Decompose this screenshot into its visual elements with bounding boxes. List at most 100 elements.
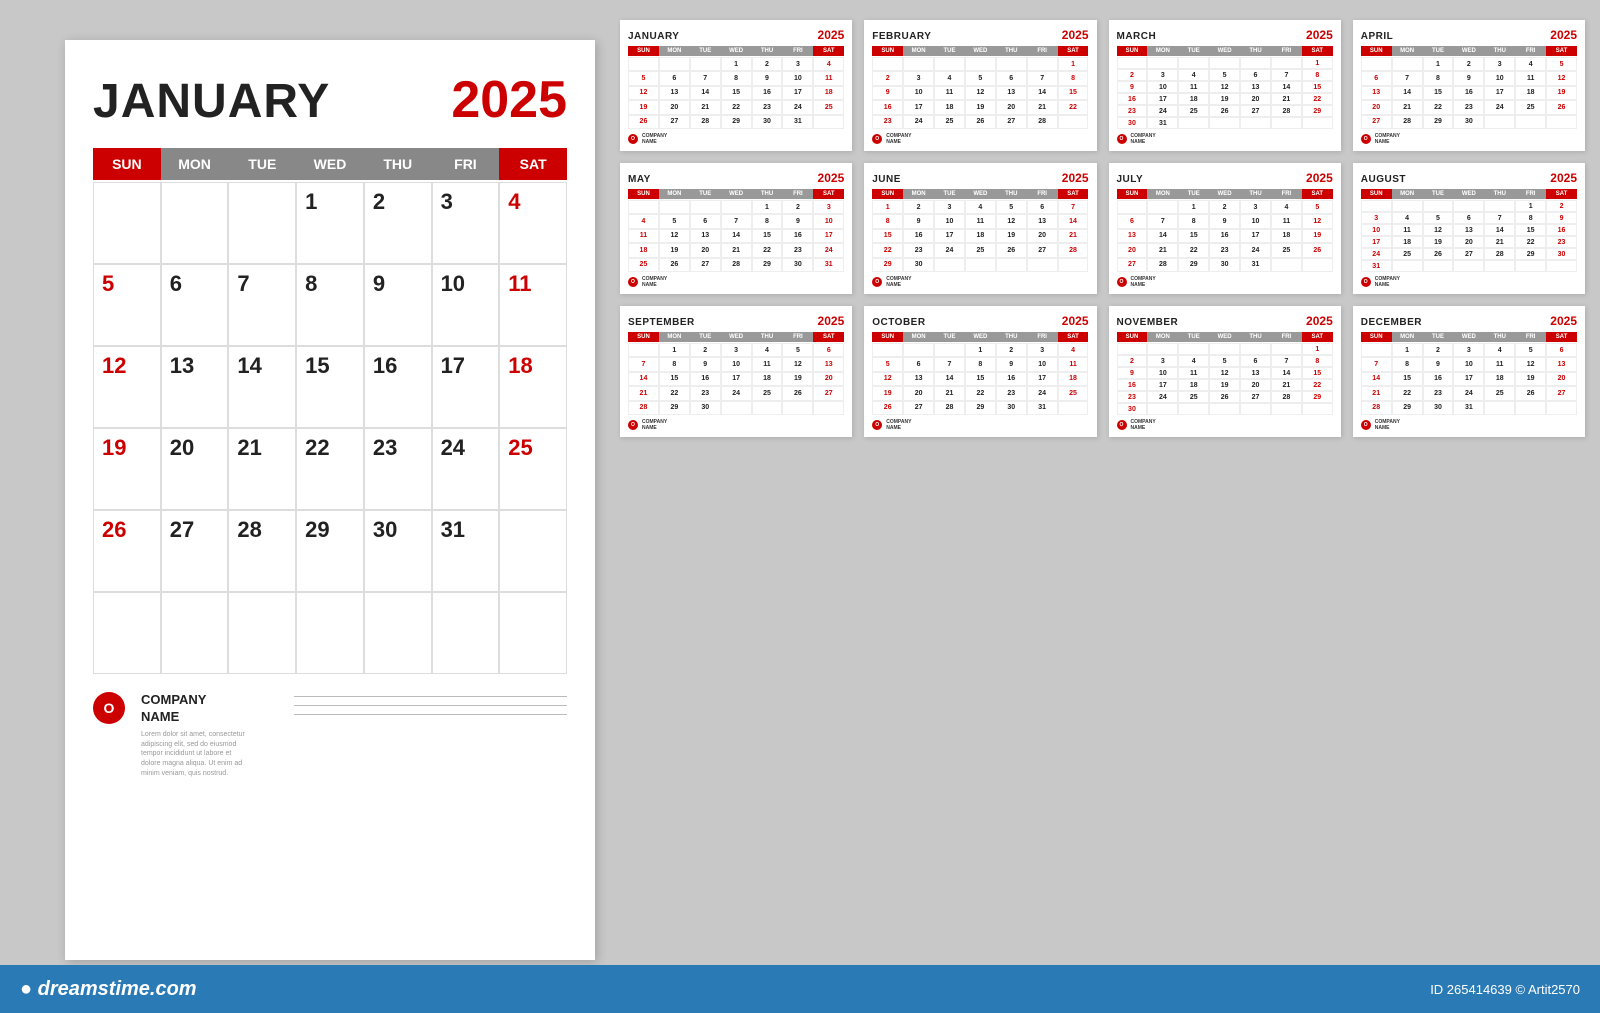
main-cal-grid: 1234567891011121314151617181920212223242… <box>93 182 567 674</box>
small-cal-cell: 6 <box>1240 355 1271 367</box>
small-cal-cell: 19 <box>1546 86 1577 100</box>
small-cal-cell: 25 <box>965 243 996 257</box>
small-cal-cell <box>1240 343 1271 355</box>
small-cal-cell: 23 <box>1423 386 1454 400</box>
small-cal-cell: 24 <box>1361 248 1392 260</box>
small-calendars-grid: JANUARY2025SUNMONTUEWEDTHUFRISAT12345678… <box>620 20 1585 437</box>
small-cal-cell <box>1058 115 1089 129</box>
small-cal-cell: 30 <box>1423 401 1454 415</box>
small-cal-cell: 5 <box>1302 200 1333 214</box>
small-cal-cell: 25 <box>934 115 965 129</box>
main-cal-cell: 30 <box>364 510 432 592</box>
small-cal-month-label: SEPTEMBER <box>628 317 695 328</box>
small-cal-year-label: 2025 <box>1550 28 1577 42</box>
small-cal-cell: 19 <box>1209 93 1240 105</box>
small-cal-cell: 21 <box>690 100 721 114</box>
small-cal-cell: 21 <box>1484 236 1515 248</box>
small-cal-cell: 12 <box>872 372 903 386</box>
small-cal-cell: 7 <box>1027 71 1058 85</box>
small-cal-cell <box>1240 403 1271 415</box>
small-cal-cell: 17 <box>1484 86 1515 100</box>
small-cal-cell: 16 <box>1209 229 1240 243</box>
small-cal-grid: 1234567891011121314151617181920212223242… <box>1117 343 1333 415</box>
small-cal-cell: 26 <box>1546 100 1577 114</box>
main-cal-cell: 16 <box>364 346 432 428</box>
small-cal-cell: 21 <box>1392 100 1423 114</box>
main-cal-cell <box>296 592 364 674</box>
small-cal-year-label: 2025 <box>1306 171 1333 185</box>
small-day-header: THU <box>752 189 783 199</box>
small-company-logo: O <box>872 420 882 430</box>
small-cal-cell: 31 <box>1453 401 1484 415</box>
small-cal-footer: OCOMPANY NAME <box>1361 133 1577 145</box>
small-day-header: SAT <box>1302 46 1333 56</box>
small-cal-cell: 22 <box>872 243 903 257</box>
small-cal-cell: 6 <box>1546 343 1577 357</box>
small-company-logo: O <box>628 134 638 144</box>
small-cal-cell: 23 <box>1453 100 1484 114</box>
small-day-header: MON <box>1392 46 1423 56</box>
small-cal-footer: OCOMPANY NAME <box>628 133 844 145</box>
small-cal-month-label: JULY <box>1117 174 1144 185</box>
small-cal-cell: 28 <box>934 401 965 415</box>
small-cal-cell: 18 <box>1058 372 1089 386</box>
company-name: COMPANYNAME <box>141 692 278 726</box>
small-cal-cell: 8 <box>1058 71 1089 85</box>
small-cal-cell: 25 <box>1178 391 1209 403</box>
small-cal-cell: 19 <box>782 372 813 386</box>
small-cal-cell: 21 <box>1361 386 1392 400</box>
small-cal-cell <box>1392 57 1423 71</box>
small-cal-cell: 10 <box>1147 81 1178 93</box>
main-cal-cell: 9 <box>364 264 432 346</box>
small-cal-cell: 1 <box>752 200 783 214</box>
small-calendar-february: FEBRUARY2025SUNMONTUEWEDTHUFRISAT1234567… <box>864 20 1096 151</box>
small-cal-header: DECEMBER2025 <box>1361 314 1577 328</box>
small-cal-cell: 14 <box>934 372 965 386</box>
small-day-header: FRI <box>1027 189 1058 199</box>
small-cal-cell: 21 <box>934 386 965 400</box>
small-cal-cell: 17 <box>903 100 934 114</box>
small-day-header: SAT <box>813 189 844 199</box>
small-cal-cell: 19 <box>1515 372 1546 386</box>
small-cal-cell <box>1361 343 1392 357</box>
small-day-header: WED <box>1209 46 1240 56</box>
small-cal-cell: 15 <box>1392 372 1423 386</box>
small-cal-cell: 15 <box>1515 224 1546 236</box>
small-day-header: TUE <box>934 189 965 199</box>
small-cal-cell: 27 <box>1453 248 1484 260</box>
small-cal-cell: 26 <box>872 401 903 415</box>
small-day-header: TUE <box>1178 189 1209 199</box>
small-company-logo: O <box>1361 277 1371 287</box>
small-day-header: WED <box>1453 46 1484 56</box>
small-cal-cell: 9 <box>1453 71 1484 85</box>
small-cal-cell: 7 <box>1058 200 1089 214</box>
small-cal-cell: 5 <box>1546 57 1577 71</box>
small-cal-cell: 20 <box>659 100 690 114</box>
small-cal-cell: 28 <box>1027 115 1058 129</box>
small-cal-cell: 4 <box>1178 69 1209 81</box>
small-cal-cell: 5 <box>659 214 690 228</box>
small-cal-cell <box>1271 258 1302 272</box>
small-calendar-may: MAY2025SUNMONTUEWEDTHUFRISAT123456789101… <box>620 163 852 294</box>
small-cal-cell: 20 <box>1240 93 1271 105</box>
small-cal-cell: 17 <box>1453 372 1484 386</box>
small-days-header: SUNMONTUEWEDTHUFRISAT <box>1117 46 1333 56</box>
small-cal-cell: 8 <box>721 71 752 85</box>
small-day-header: MON <box>1392 189 1423 199</box>
small-day-header: WED <box>721 332 752 342</box>
small-cal-cell: 17 <box>1240 229 1271 243</box>
small-cal-cell <box>659 200 690 214</box>
small-cal-cell: 18 <box>1178 93 1209 105</box>
small-cal-cell: 24 <box>1484 100 1515 114</box>
small-cal-header: APRIL2025 <box>1361 28 1577 42</box>
small-cal-cell: 7 <box>1361 357 1392 371</box>
small-cal-cell: 8 <box>659 357 690 371</box>
small-cal-cell: 19 <box>1302 229 1333 243</box>
small-cal-cell: 26 <box>659 258 690 272</box>
small-cal-cell: 18 <box>1392 236 1423 248</box>
main-cal-cell: 13 <box>161 346 229 428</box>
small-cal-cell: 21 <box>1271 93 1302 105</box>
small-calendar-april: APRIL2025SUNMONTUEWEDTHUFRISAT1234567891… <box>1353 20 1585 151</box>
small-cal-cell: 26 <box>1209 105 1240 117</box>
small-cal-cell: 23 <box>782 243 813 257</box>
